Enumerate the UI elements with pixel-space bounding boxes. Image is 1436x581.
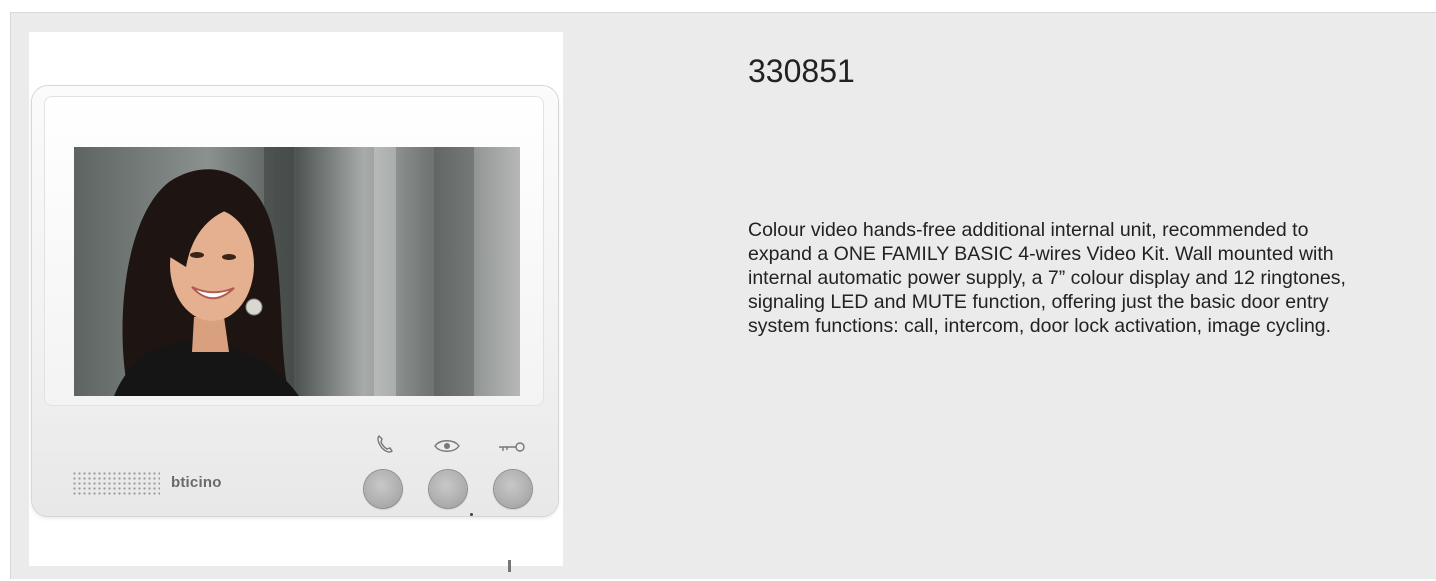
product-code: 330851 — [748, 53, 855, 89]
product-image: bticino — [29, 32, 563, 572]
speaker-grille — [72, 471, 160, 497]
product-card: bticino 330851 Colour video hands-free a… — [10, 12, 1436, 579]
product-description: Colour video hands-free additional inter… — [748, 219, 1346, 337]
eye-icon — [434, 440, 460, 452]
key-icon — [499, 442, 525, 452]
call-button[interactable] — [364, 470, 402, 508]
video-intercom-device: bticino — [32, 86, 558, 572]
display-screen — [74, 147, 520, 396]
cable — [508, 560, 511, 572]
woman-portrait-image — [74, 147, 520, 396]
status-led — [470, 513, 473, 516]
phone-icon — [377, 435, 393, 453]
camera-button[interactable] — [429, 470, 467, 508]
brand-logo: bticino — [171, 474, 222, 491]
door-lock-button[interactable] — [494, 470, 532, 508]
